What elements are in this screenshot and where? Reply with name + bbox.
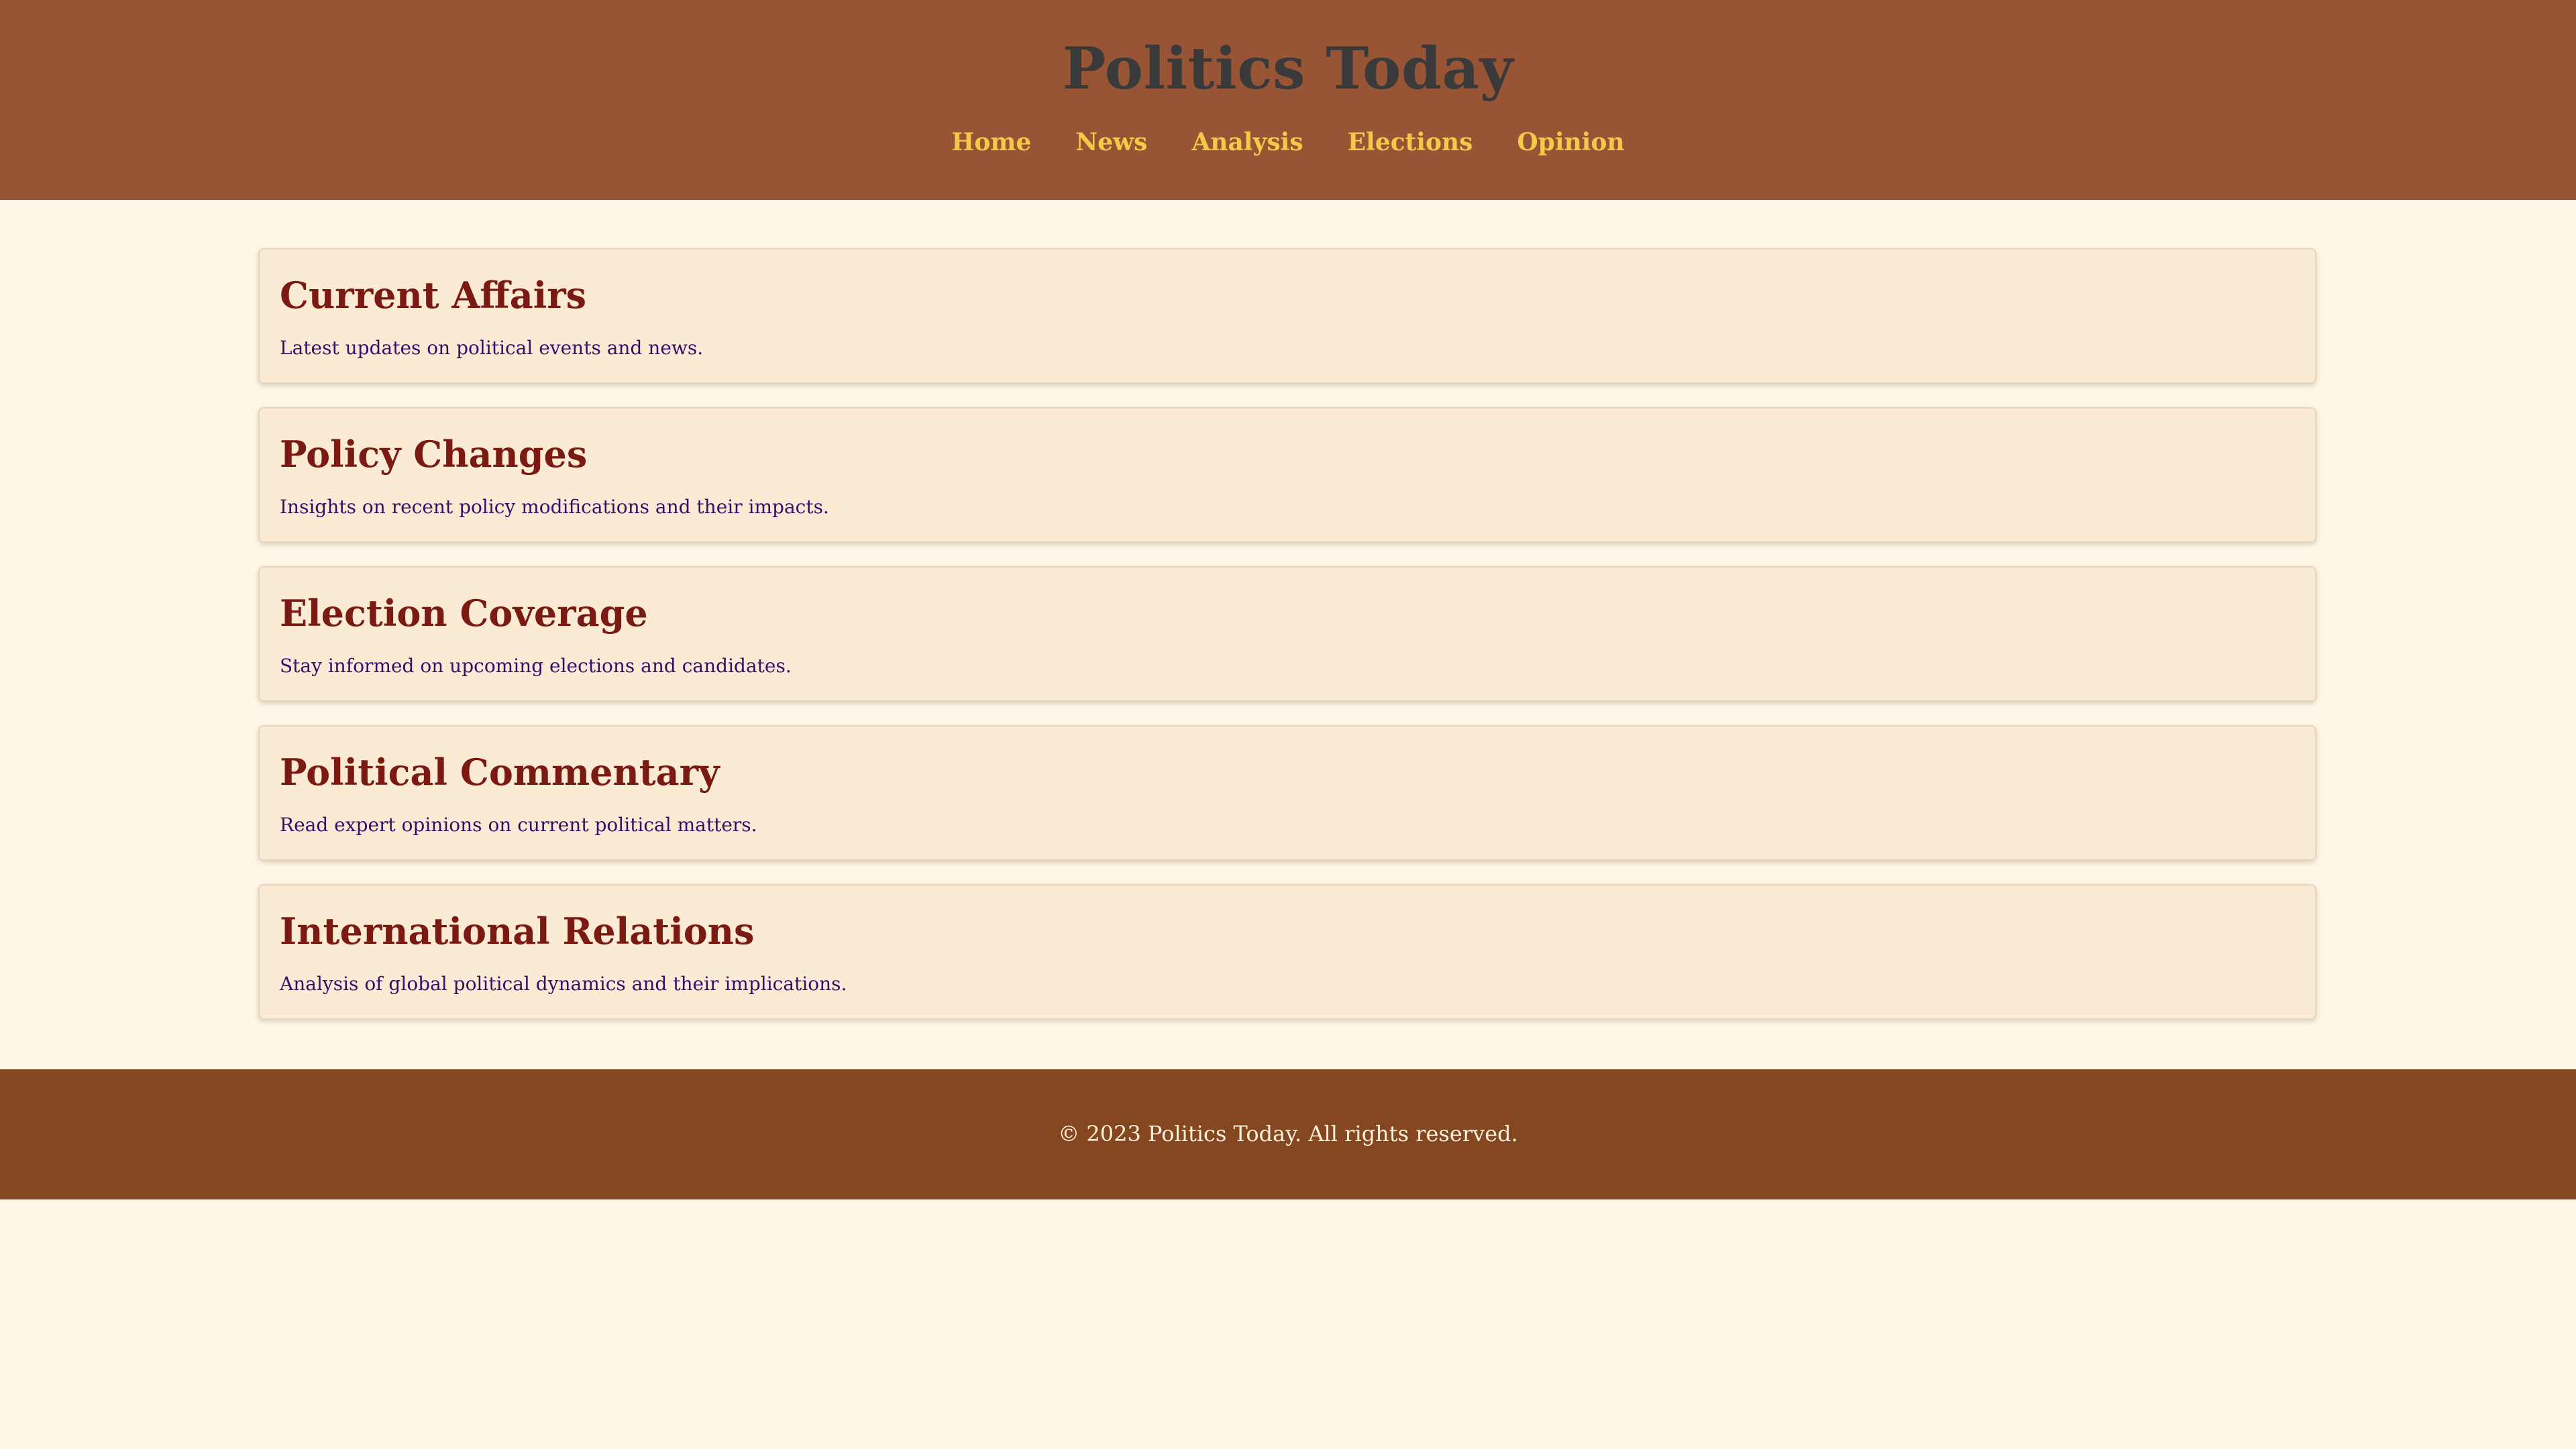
section-description: Read expert opinions on current politica… xyxy=(280,814,757,836)
section-card-political-commentary: Political Commentary Read expert opinion… xyxy=(258,725,2316,861)
section-title: Election Coverage xyxy=(280,592,648,635)
nav-link-elections[interactable]: Elections xyxy=(1348,125,1473,160)
section-title: Political Commentary xyxy=(280,751,720,794)
section-card-policy-changes: Policy Changes Insights on recent policy… xyxy=(258,407,2316,543)
nav-link-news[interactable]: News xyxy=(1075,125,1147,160)
section-title: International Relations xyxy=(280,910,755,953)
nav-link-analysis[interactable]: Analysis xyxy=(1191,125,1303,160)
nav-link-opinion[interactable]: Opinion xyxy=(1517,125,1624,160)
main-nav: Home News Analysis Elections Opinion xyxy=(0,125,2576,160)
nav-link-home[interactable]: Home xyxy=(951,125,1031,160)
site-header: Politics Today Home News Analysis Electi… xyxy=(0,0,2576,200)
section-title: Policy Changes xyxy=(280,433,588,476)
site-title: Politics Today xyxy=(1062,35,1514,103)
section-card-current-affairs: Current Affairs Latest updates on politi… xyxy=(258,248,2316,384)
section-description: Analysis of global political dynamics an… xyxy=(280,973,847,995)
section-card-election-coverage: Election Coverage Stay informed on upcom… xyxy=(258,566,2316,702)
section-description: Insights on recent policy modifications … xyxy=(280,496,829,518)
copyright-text: © 2023 Politics Today. All rights reserv… xyxy=(1058,1121,1518,1146)
site-footer: © 2023 Politics Today. All rights reserv… xyxy=(0,1069,2576,1199)
section-card-international-relations: International Relations Analysis of glob… xyxy=(258,884,2316,1020)
section-description: Latest updates on political events and n… xyxy=(280,337,704,359)
section-description: Stay informed on upcoming elections and … xyxy=(280,655,792,677)
section-title: Current Affairs xyxy=(280,274,587,317)
